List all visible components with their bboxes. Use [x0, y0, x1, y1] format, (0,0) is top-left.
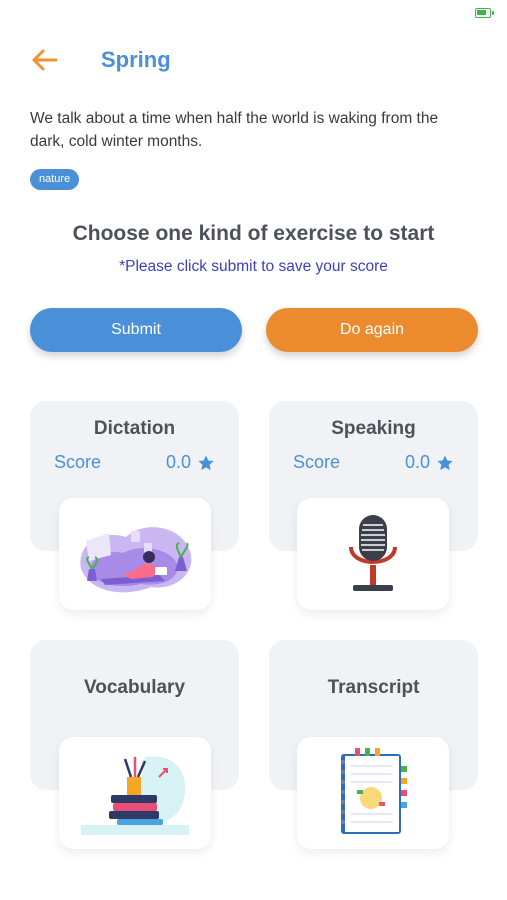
- transcript-thumbnail[interactable]: [297, 737, 449, 849]
- notebook-illustration: [341, 748, 407, 834]
- card-title: Dictation: [93, 418, 176, 439]
- back-button[interactable]: [30, 40, 70, 80]
- submit-button[interactable]: Submit: [30, 308, 242, 352]
- arrow-left-icon: [32, 49, 58, 71]
- speaking-thumbnail[interactable]: [297, 498, 449, 610]
- card-title: Transcript: [327, 677, 420, 698]
- microphone-illustration: [349, 515, 397, 591]
- lesson-description: We talk about a time when half the world…: [30, 110, 439, 150]
- card-title: Speaking: [331, 418, 416, 439]
- score-label: Score: [54, 452, 102, 472]
- battery-icon: [475, 8, 494, 18]
- page-title: Spring: [101, 47, 171, 72]
- topic-tag[interactable]: nature: [30, 169, 80, 190]
- submit-note: *Please click submit to save your score: [119, 258, 388, 275]
- reading-woman-illustration: [80, 527, 192, 593]
- score-row: Score 0.0: [293, 452, 454, 473]
- do-again-button[interactable]: Do again: [266, 308, 478, 352]
- dictation-thumbnail[interactable]: [59, 498, 211, 610]
- score-row: Score 0.0: [54, 452, 215, 473]
- card-title: Vocabulary: [83, 677, 186, 698]
- books-illustration: [81, 756, 189, 835]
- vocabulary-thumbnail[interactable]: [59, 737, 211, 849]
- header: Spring: [30, 40, 477, 80]
- score-value: 0.0: [404, 452, 430, 472]
- score-label: Score: [293, 452, 341, 472]
- score-value: 0.0: [165, 452, 191, 472]
- exercise-heading: Choose one kind of exercise to start: [72, 222, 435, 245]
- star-icon: [437, 455, 453, 470]
- star-icon: [198, 455, 214, 470]
